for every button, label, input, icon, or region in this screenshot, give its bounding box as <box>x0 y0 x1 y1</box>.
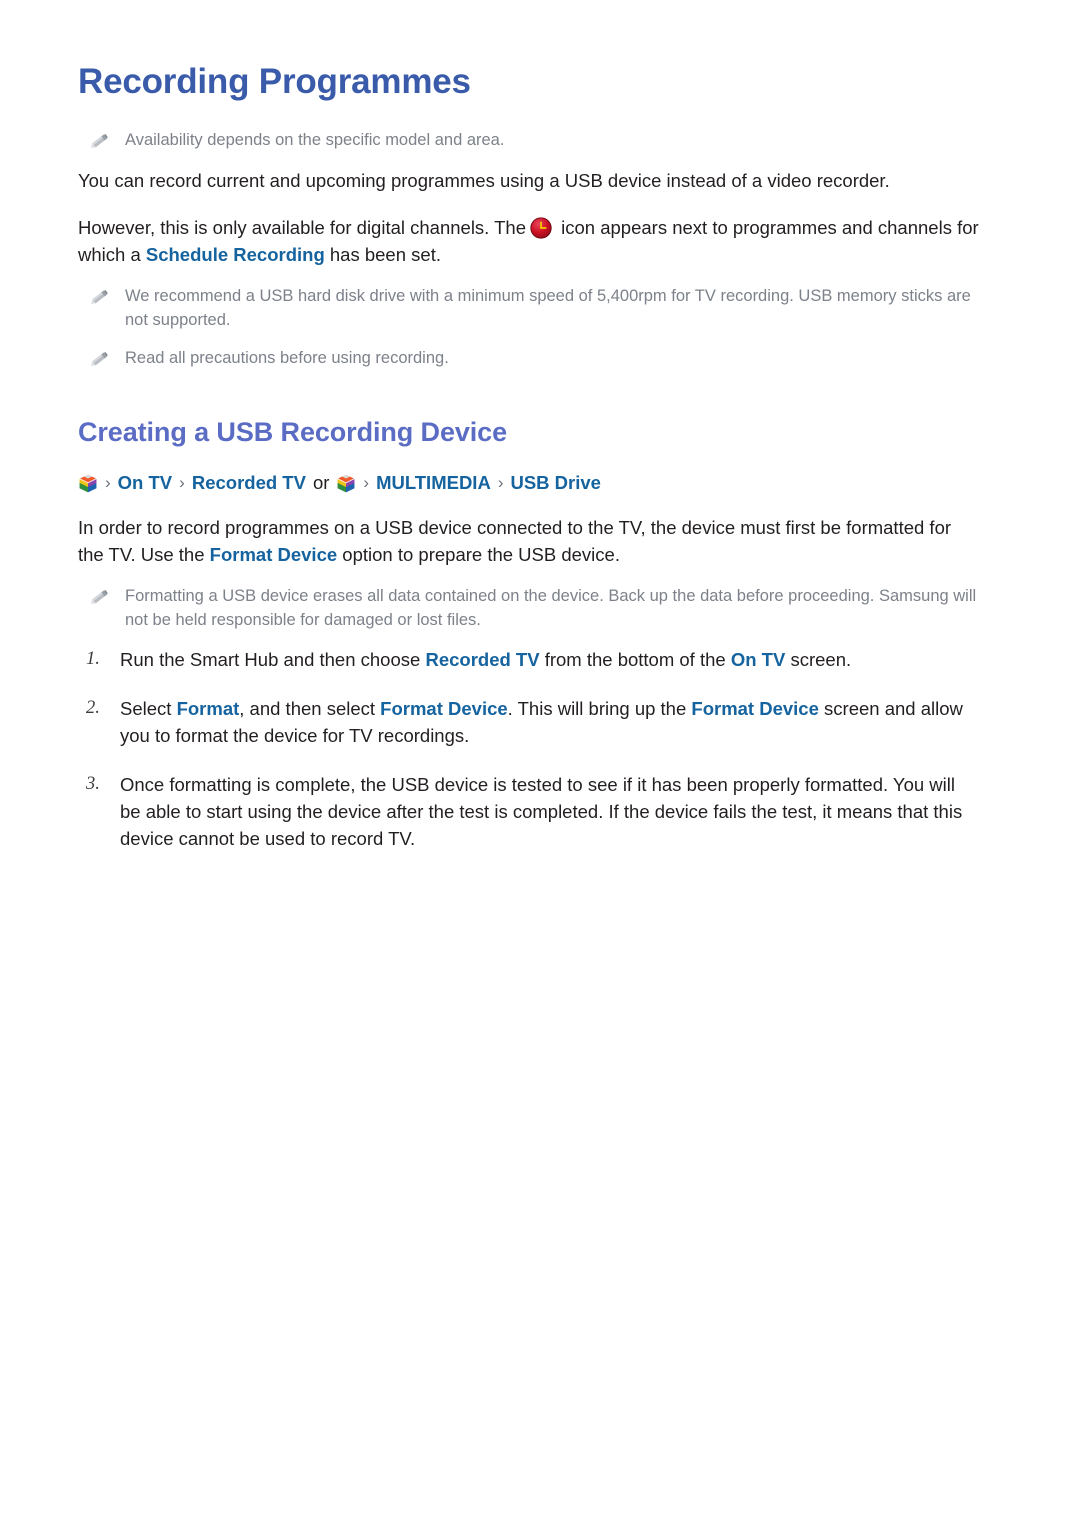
digital-channels-paragraph: However, this is only available for digi… <box>78 214 980 268</box>
breadcrumb-separator: › <box>497 473 504 493</box>
list-item: 3. Once formatting is complete, the USB … <box>78 771 980 852</box>
note-precautions: Read all precautions before using record… <box>78 346 980 371</box>
note-formatting-warning: Formatting a USB device erases all data … <box>78 584 980 632</box>
breadcrumb-item-usb-drive[interactable]: USB Drive <box>510 470 600 496</box>
step-text-part: Run the Smart Hub and then choose <box>120 649 421 671</box>
note-availability: Availability depends on the specific mod… <box>78 128 980 153</box>
step-text-part: , and then select <box>239 698 376 720</box>
breadcrumb-item-multimedia[interactable]: MULTIMEDIA <box>376 470 491 496</box>
note-text: Read all precautions before using record… <box>125 349 449 368</box>
step-number: 2. <box>86 698 100 719</box>
pencil-icon <box>87 131 111 153</box>
smart-hub-icon <box>78 473 98 494</box>
step-text: Once formatting is complete, the USB dev… <box>120 774 963 850</box>
note-usb-speed: We recommend a USB hard disk drive with … <box>78 284 980 332</box>
format-device-link[interactable]: Format Device <box>380 698 508 719</box>
format-instruction-paragraph: In order to record programmes on a USB d… <box>78 514 980 568</box>
schedule-recording-link[interactable]: Schedule Recording <box>146 244 325 265</box>
step-text-part: screen. <box>790 649 852 671</box>
section-title: Creating a USB Recording Device <box>78 417 508 448</box>
on-tv-link[interactable]: On TV <box>731 649 785 670</box>
page-title: Recording Programmes <box>78 62 471 101</box>
breadcrumb-item-on-tv[interactable]: On TV <box>118 470 172 496</box>
paragraph-text-tail: has been set. <box>329 244 441 266</box>
note-text: Formatting a USB device erases all data … <box>125 587 977 630</box>
step-number: 3. <box>86 774 100 795</box>
step-text-part: Select <box>120 698 172 720</box>
breadcrumb-or-label: or <box>312 472 330 494</box>
recorded-tv-link[interactable]: Recorded TV <box>425 649 539 670</box>
format-device-link[interactable]: Format Device <box>210 544 338 565</box>
breadcrumb-item-recorded-tv[interactable]: Recorded TV <box>192 470 306 496</box>
format-link[interactable]: Format <box>177 698 240 719</box>
pencil-icon <box>87 349 111 371</box>
list-item: 1. Run the Smart Hub and then choose Rec… <box>78 646 980 673</box>
schedule-recording-clock-icon <box>529 216 553 240</box>
step-number: 1. <box>86 649 100 670</box>
pencil-icon <box>87 587 111 609</box>
breadcrumb-separator: › <box>179 473 185 493</box>
paragraph-text-after-link: option to prepare the USB device. <box>342 544 620 566</box>
breadcrumb-separator: › <box>363 473 370 493</box>
note-text: Availability depends on the specific mod… <box>125 131 505 150</box>
format-device-link[interactable]: Format Device <box>691 698 819 719</box>
step-text-part: . This will bring up the <box>507 698 687 720</box>
breadcrumb: › On TV › Recorded TV or › MULTIMEDIA › … <box>78 470 980 496</box>
step-text: Run the Smart Hub and then choose Record… <box>120 646 851 673</box>
pencil-icon <box>87 287 111 309</box>
paragraph-text-before-icon: However, this is only available for digi… <box>78 217 527 239</box>
step-text: Select Format, and then select Format De… <box>120 695 980 749</box>
smart-hub-icon <box>336 473 357 494</box>
steps-list: 1. Run the Smart Hub and then choose Rec… <box>78 646 980 852</box>
step-text-part: from the bottom of the <box>544 649 726 671</box>
breadcrumb-separator: › <box>105 473 111 493</box>
note-text: We recommend a USB hard disk drive with … <box>125 287 971 330</box>
list-item: 2. Select Format, and then select Format… <box>78 695 980 749</box>
document-page: Recording Programmes Availability depend… <box>0 0 1080 1527</box>
intro-paragraph: You can record current and upcoming prog… <box>78 170 890 192</box>
